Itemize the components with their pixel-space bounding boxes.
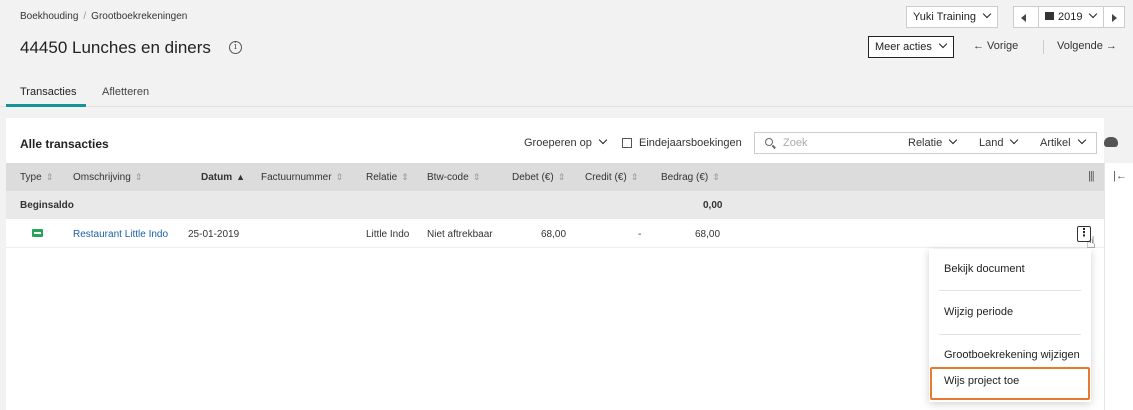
chevron-down-icon [982, 9, 992, 19]
column-btw-code[interactable]: Btw-code ⇕ [427, 172, 480, 183]
search-placeholder: Zoek [783, 137, 808, 149]
begin-balance-amount: 0,00 [703, 200, 723, 211]
sort-ascending-icon: ▲ [236, 172, 246, 182]
year-select[interactable]: 2019 [1038, 7, 1104, 27]
column-omschrijving[interactable]: Omschrijving ⇕ [73, 172, 142, 183]
column-label: Debet (€) [512, 172, 554, 183]
filter-artikel-label: Artikel [1040, 137, 1071, 149]
tabs-divider [0, 106, 1133, 107]
column-label: Datum [201, 172, 233, 183]
column-debet[interactable]: Debet (€) ⇕ [512, 172, 565, 183]
menu-item-bekijk-document[interactable]: Bekijk document [944, 263, 1025, 275]
sort-icon: ⇕ [401, 172, 409, 182]
next-year-icon[interactable] [1112, 14, 1117, 22]
filter-relatie-label: Relatie [908, 137, 943, 149]
side-toolbar [1104, 163, 1133, 410]
column-label: Bedrag (€) [661, 172, 709, 183]
begin-balance-label: Beginsaldo [20, 200, 74, 211]
sort-icon: ⇕ [630, 172, 639, 182]
group-by-dropdown[interactable]: Groeperen op [524, 135, 608, 149]
breadcrumb-current[interactable]: Grootboekrekeningen [91, 11, 187, 22]
column-relatie[interactable]: Relatie ⇕ [366, 172, 409, 183]
breadcrumb-root[interactable]: Boekhouding [20, 11, 78, 22]
sort-icon: ⇕ [712, 172, 720, 182]
page-title: 44450 Lunches en diners [20, 38, 211, 57]
column-label: Omschrijving [73, 172, 131, 183]
row-debit: 68,00 [541, 229, 567, 240]
breadcrumb-separator: / [83, 11, 87, 22]
column-factuurnummer[interactable]: Factuurnummer ⇕ [261, 172, 343, 183]
divider [1043, 40, 1044, 54]
document-icon[interactable] [32, 229, 43, 237]
more-actions-button[interactable]: Meer acties [868, 36, 954, 58]
year-label: 2019 [1058, 11, 1083, 23]
tab-transacties[interactable]: Transacties [20, 86, 76, 98]
filter-artikel[interactable]: Artikel [1040, 135, 1086, 149]
previous-button[interactable]: ← Vorige [973, 40, 1018, 52]
column-label: Credit (€) [585, 172, 627, 183]
sort-icon: ⇕ [335, 172, 344, 182]
row-amount: 68,00 [695, 229, 721, 240]
company-select-label: Yuki Training [913, 11, 976, 23]
columns-icon[interactable]: ||| [1088, 170, 1095, 182]
column-label: Type [20, 172, 42, 183]
search-icon [765, 138, 773, 146]
collapse-panel-icon[interactable]: |← [1113, 170, 1127, 182]
filter-land-label: Land [979, 137, 1004, 149]
row-credit: - [638, 229, 642, 240]
row-date: 25-01-2019 [188, 229, 240, 240]
column-type[interactable]: Type ⇕ [20, 172, 53, 183]
filter-land[interactable]: Land [979, 135, 1019, 149]
chevron-down-icon [938, 39, 948, 49]
column-datum[interactable]: Datum ▲ [201, 172, 245, 183]
sort-icon: ⇕ [557, 172, 566, 182]
chevron-down-icon [949, 135, 958, 145]
info-icon[interactable]: i [229, 41, 242, 54]
year-end-checkbox[interactable] [622, 138, 632, 148]
previous-year-icon[interactable] [1021, 14, 1026, 22]
chevron-down-icon [598, 135, 608, 145]
sort-icon: ⇕ [472, 172, 481, 182]
column-label: Relatie [366, 172, 398, 183]
company-select[interactable]: Yuki Training [906, 6, 998, 28]
menu-divider [939, 334, 1081, 335]
column-credit[interactable]: Credit (€) ⇕ [585, 172, 638, 183]
chevron-down-icon [1089, 9, 1098, 19]
row-vat-code: Niet aftrekbaar [427, 229, 493, 240]
section-title: Alle transacties [20, 137, 109, 151]
sort-icon: ⇕ [45, 172, 54, 182]
cloud-download-icon[interactable] [1104, 137, 1118, 147]
more-actions-label: Meer acties [875, 41, 932, 53]
row-relation: Little Indo [366, 229, 410, 240]
highlight-box [930, 367, 1090, 400]
column-label: Factuurnummer [261, 172, 332, 183]
group-by-label: Groeperen op [524, 137, 592, 149]
filter-relatie[interactable]: Relatie [908, 135, 958, 149]
menu-item-wijzig-periode[interactable]: Wijzig periode [944, 306, 1013, 318]
menu-item-grootboekrekening-wijzigen[interactable]: Grootboekrekening wijzigen [944, 349, 1080, 361]
column-label: Btw-code [427, 172, 469, 183]
next-button[interactable]: Volgende → [1057, 40, 1117, 52]
tab-afletteren[interactable]: Afletteren [102, 86, 149, 98]
year-end-label: Eindejaarsboekingen [639, 137, 742, 149]
chevron-down-icon [1077, 135, 1086, 145]
row-description-link[interactable]: Restaurant Little Indo [73, 229, 168, 240]
column-bedrag[interactable]: Bedrag (€) ⇕ [661, 172, 720, 183]
begin-balance-row [6, 191, 1104, 219]
chevron-down-icon [1010, 135, 1019, 145]
menu-divider [939, 290, 1081, 291]
active-tab-indicator [6, 104, 86, 107]
year-navigator: 2019 [1013, 6, 1125, 28]
breadcrumb: Boekhouding / Grootboekrekeningen [20, 11, 187, 22]
sort-icon: ⇕ [134, 172, 143, 182]
calendar-icon [1045, 12, 1054, 20]
